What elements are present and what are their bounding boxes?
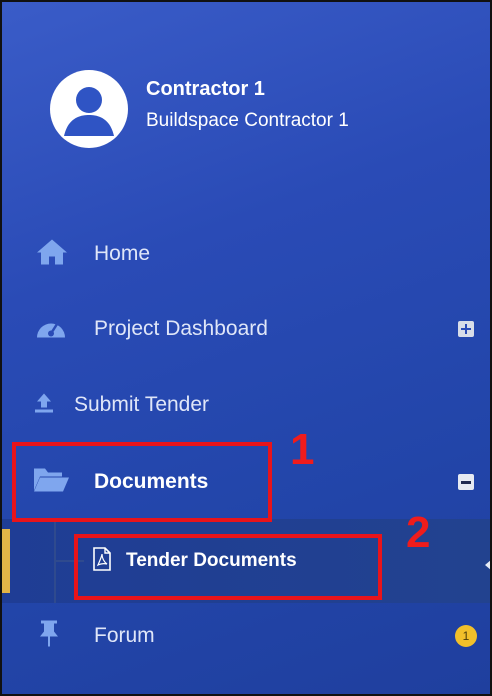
avatar-icon[interactable] — [50, 70, 128, 148]
forum-notification-badge: 1 — [455, 625, 477, 647]
home-icon — [36, 238, 68, 271]
pin-icon — [38, 620, 60, 653]
user-organization: Buildspace Contractor 1 — [146, 110, 349, 131]
user-name: Contractor 1 — [146, 78, 265, 100]
highlight-box-documents — [12, 442, 272, 522]
user-profile: Contractor 1 Buildspace Contractor 1 — [50, 70, 470, 160]
nav-item-submit-tender[interactable]: Submit Tender — [2, 375, 490, 435]
expand-plus-icon[interactable] — [458, 321, 474, 337]
nav-label-forum: Forum — [94, 624, 155, 647]
dashboard-icon — [35, 314, 67, 345]
nav-item-forum[interactable]: Forum — [2, 606, 490, 666]
nav-label-project-dashboard: Project Dashboard — [94, 317, 268, 340]
sidebar: Contractor 1 Buildspace Contractor 1 Hom… — [0, 0, 492, 696]
step-number-2: 2 — [406, 508, 431, 557]
highlight-box-tender-documents — [74, 534, 382, 600]
nav-label-home: Home — [94, 242, 151, 265]
collapse-minus-icon[interactable] — [458, 474, 474, 490]
nav-label-submit-tender: Submit Tender — [74, 393, 210, 416]
nav-item-project-dashboard[interactable]: Project Dashboard — [2, 299, 490, 359]
step-number-1: 1 — [290, 425, 315, 474]
active-accent-bar — [2, 529, 10, 593]
active-caret-icon — [485, 559, 490, 571]
upload-icon — [32, 391, 56, 420]
nav-item-home[interactable]: Home — [2, 224, 490, 284]
